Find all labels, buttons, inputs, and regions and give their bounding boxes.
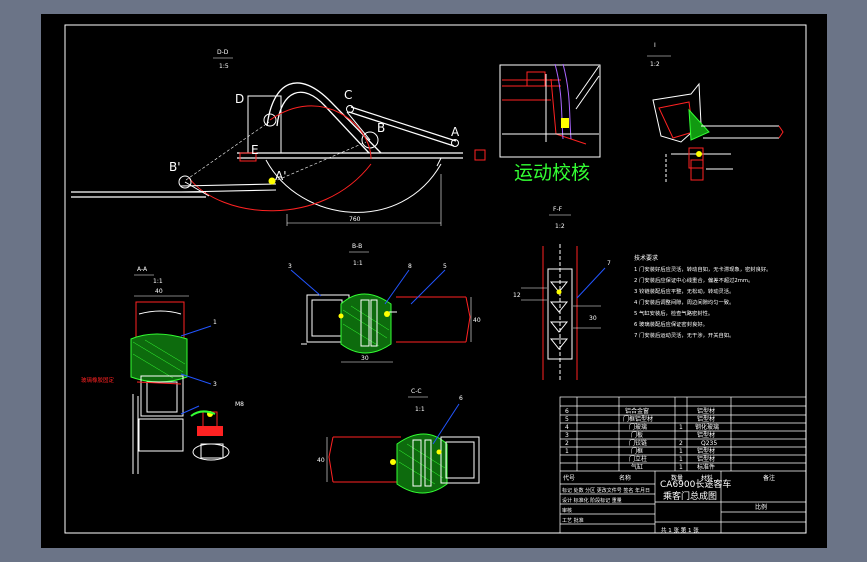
cad-viewport[interactable]: D-D 1:5 760 D C B A B' A' E 运动校核 I 1:2 A… [41, 14, 827, 548]
point-label-e: E [251, 143, 259, 157]
section-cc-callout-6: 6 [459, 395, 463, 402]
detail-i-label: I [654, 42, 656, 49]
parts-row-name: 门框 [631, 447, 643, 455]
sign-row: 审核 [562, 507, 572, 514]
parts-row-mat: 铝型材 [697, 407, 715, 415]
section-aa-m8: M8 [235, 401, 244, 408]
parts-row-no: 6 [565, 408, 569, 415]
point-label-d: D [235, 92, 244, 106]
parts-row-qty: 1 [679, 424, 683, 431]
section-cc: C-C 1:1 40 6 [317, 388, 480, 494]
section-ff-dim-a: 12 [513, 292, 521, 299]
section-cc-dim-height: 40 [317, 457, 325, 464]
parts-row-name: 门立柱 [629, 455, 647, 463]
main-view: D-D 1:5 760 D C B A B' A' E [71, 49, 486, 226]
parts-row-qty: 1 [679, 448, 683, 455]
parts-row-mat: 标准件 [697, 463, 715, 471]
section-cc-label: C-C [411, 388, 422, 395]
point-label-a: A [451, 125, 460, 139]
tech-req-item: 1 门安装好后应灵活，转动自如，无卡滞现象，密封良好。 [634, 265, 771, 273]
section-ff-label: F-F [553, 206, 563, 213]
parts-row-qty: 1 [679, 456, 683, 463]
parts-row-mat: 铝型材 [697, 455, 715, 463]
parts-row-qty: 1 [679, 464, 683, 471]
motion-check-detail: 运动校核 [499, 63, 601, 184]
parts-row-mat: 钢化玻璃 [695, 423, 719, 431]
point-label-b1: B' [169, 160, 181, 174]
title-block [559, 396, 807, 534]
tech-req-item: 5 气缸安装后，检查气路密封性。 [634, 309, 713, 317]
parts-row-no: 2 [565, 440, 569, 447]
parts-row-mat: 铝型材 [697, 447, 715, 455]
parts-row-name: 门板 [631, 431, 643, 439]
tech-req-title: 技术要求 [634, 254, 658, 262]
project-name: CA6900长途客车 [660, 478, 731, 490]
parts-row-mat: 铝型材 [697, 415, 715, 423]
technical-requirements: 技术要求 1 门安装好后应灵活，转动自如，无卡滞现象，密封良好。 2 门安装后应… [634, 254, 771, 339]
section-aa-dim-width: 40 [155, 288, 163, 295]
parts-row-no: 1 [565, 448, 569, 455]
section-bb-dim-width: 30 [361, 355, 369, 362]
parts-row-name: 气缸 [631, 463, 643, 471]
parts-row-name: 门玻璃 [629, 423, 647, 431]
tech-req-item: 6 玻璃装配后应保证密封良好。 [634, 320, 708, 328]
parts-row-mat: 铝型材 [697, 431, 715, 439]
scale-label: 比例 [755, 503, 767, 511]
section-ff-dim-b: 30 [589, 315, 597, 322]
sign-row: 标记 处数 分区 更改文件号 签名 年月日 [562, 487, 650, 494]
tech-req-item: 2 门安装后应保证中心线重合，偏差不超过2mm。 [634, 276, 753, 284]
section-aa-label: A-A [137, 266, 148, 273]
section-aa-scale: 1:1 [153, 278, 163, 285]
parts-row-name: 铝合金窗 [625, 407, 649, 415]
main-view-label: D-D [217, 49, 229, 56]
parts-row-qty: 2 [679, 440, 683, 447]
tech-req-item: 7 门安装后运动灵活，无干涉，开关自如。 [634, 331, 734, 339]
section-bb-dim-height: 40 [473, 317, 481, 324]
section-bb-callout-8: 8 [408, 263, 412, 270]
sheet-info: 共 1 张 第 1 张 [661, 526, 699, 534]
motion-check-title: 运动校核 [514, 162, 590, 184]
section-ff: F-F 1:2 12 30 7 [513, 206, 611, 382]
section-cc-scale: 1:1 [415, 406, 425, 413]
point-label-a1: A' [275, 169, 287, 183]
parts-row-no: 4 [565, 424, 569, 431]
detail-i-scale: 1:2 [650, 61, 660, 68]
parts-row-name: 门铰链 [629, 439, 647, 447]
header-no: 代号 [563, 474, 575, 482]
section-aa-callout-1: 1 [213, 319, 217, 326]
section-bb-callout-3: 3 [288, 263, 292, 270]
header-name: 名称 [619, 474, 631, 482]
parts-row-mat: Q235 [701, 440, 717, 447]
tech-req-item: 3 铰链装配后应平整，无松动，转动灵活。 [634, 287, 734, 295]
parts-list: 6 铝合金窗 铝型材 5 门框铝型材 铝型材 4 门玻璃 1 钢化玻璃 3 门板… [562, 407, 775, 534]
section-ff-callout-7: 7 [607, 260, 611, 267]
section-bb: B-B 1:1 30 40 3 8 5 [288, 243, 481, 363]
point-label-c: C [344, 88, 352, 102]
point-label-b: B [377, 121, 385, 135]
parts-row-no: 3 [565, 432, 569, 439]
sign-row: 设计 标准化 阶段标记 重量 [562, 497, 622, 504]
section-aa: A-A 1:1 40 1 3 M8 玻璃橡胶固定 [81, 266, 244, 474]
dimension-760: 760 [349, 216, 361, 223]
tech-req-item: 4 门安装后调整间隙，周边间隙均匀一致。 [634, 298, 734, 306]
section-bb-scale: 1:1 [353, 260, 363, 267]
section-aa-callout-3: 3 [213, 381, 217, 388]
section-aa-red-note: 玻璃橡胶固定 [81, 376, 115, 384]
cad-drawing: D-D 1:5 760 D C B A B' A' E 运动校核 I 1:2 A… [64, 24, 807, 534]
detail-i: I 1:2 [647, 42, 784, 182]
parts-row-name: 门框铝型材 [623, 415, 653, 423]
parts-row-no: 5 [565, 416, 569, 423]
header-note: 备注 [763, 474, 775, 482]
main-view-scale: 1:5 [219, 63, 229, 70]
sign-row: 工艺 批准 [562, 517, 584, 524]
section-bb-callout-5: 5 [443, 263, 447, 270]
drawing-name: 乘客门总成图 [663, 490, 717, 502]
section-ff-scale: 1:2 [555, 223, 565, 230]
section-bb-label: B-B [352, 243, 362, 250]
